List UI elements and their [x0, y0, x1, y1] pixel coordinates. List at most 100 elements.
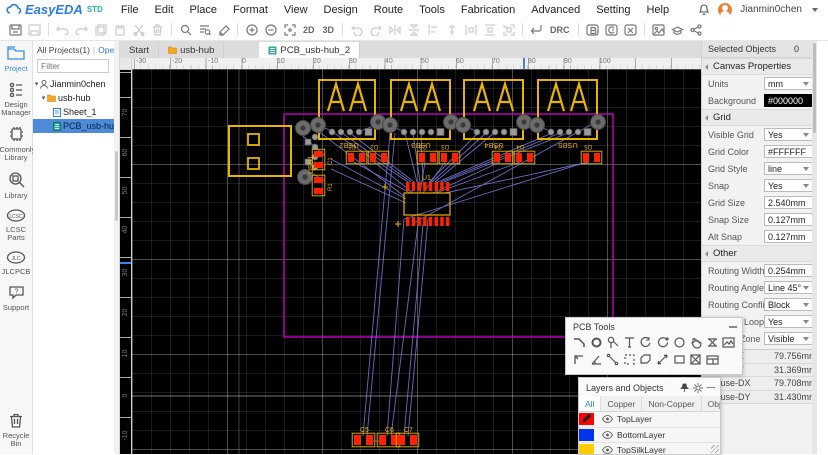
- background-color-field[interactable]: #000000: [764, 94, 813, 107]
- units-select[interactable]: mm: [764, 77, 813, 90]
- drag-tool[interactable]: [688, 335, 703, 350]
- sidebar-item-jlcpcb[interactable]: JLC JLCPCB: [0, 251, 33, 276]
- panelize-tool[interactable]: [705, 352, 720, 367]
- canvas-origin-tool[interactable]: [705, 335, 720, 350]
- corner-tool[interactable]: [572, 352, 587, 367]
- flip-vertical-button[interactable]: [405, 22, 422, 38]
- view-2d-button[interactable]: 2D: [300, 22, 318, 38]
- align-left-button[interactable]: [424, 22, 441, 38]
- user-avatar[interactable]: [718, 3, 732, 17]
- fit-view-button[interactable]: [281, 22, 298, 38]
- layer-row-topsilk[interactable]: TopSilkLayer: [579, 443, 720, 455]
- tree-node-project[interactable]: ▾ usb-hub: [33, 91, 119, 105]
- usb5-connector[interactable]: USB5 D5: [530, 80, 606, 164]
- menu-edit[interactable]: Edit: [147, 4, 182, 16]
- save-button[interactable]: [7, 22, 24, 38]
- alt-snap-field[interactable]: 0.127mm: [764, 230, 813, 243]
- sidebar-item-lcsc-parts[interactable]: LCSC LCSC Parts: [0, 209, 33, 242]
- image-tool[interactable]: [721, 335, 736, 350]
- view-3d-button[interactable]: 3D: [320, 22, 338, 38]
- all-projects-link[interactable]: All Projects(1): [37, 45, 90, 55]
- visible-grid-select[interactable]: Yes: [764, 128, 813, 141]
- panel-resize-handle[interactable]: [711, 445, 719, 453]
- menu-advanced[interactable]: Advanced: [523, 4, 588, 16]
- save-as-button[interactable]: [26, 22, 43, 38]
- find-similar-button[interactable]: [196, 22, 213, 38]
- ellipse-tool[interactable]: [672, 335, 687, 350]
- gear-icon[interactable]: [693, 383, 703, 393]
- theme-button[interactable]: [215, 22, 232, 38]
- angle-tool[interactable]: [589, 352, 604, 367]
- section-other[interactable]: Other: [702, 245, 817, 262]
- minimize-icon[interactable]: [729, 326, 737, 328]
- section-canvas-properties[interactable]: Canvas Properties: [702, 58, 817, 75]
- tab-start[interactable]: Start: [120, 42, 159, 58]
- dimension-tool[interactable]: [655, 352, 670, 367]
- menu-setting[interactable]: Setting: [588, 4, 638, 16]
- copper-zone-select[interactable]: Visible: [764, 332, 813, 345]
- arc-tool[interactable]: [638, 335, 653, 350]
- tree-node-pcb[interactable]: PCB_usb-hub_2: [33, 119, 119, 133]
- zoom-out-button[interactable]: [262, 22, 279, 38]
- layer-color-swatch[interactable]: [579, 413, 594, 425]
- bottom-capacitors[interactable]: C5 C6 C7: [352, 427, 419, 447]
- routing-angle-select[interactable]: Line 45°: [764, 281, 813, 294]
- sidebar-item-project[interactable]: Project: [0, 46, 33, 73]
- menu-place[interactable]: Place: [182, 4, 226, 16]
- menu-fabrication[interactable]: Fabrication: [453, 4, 523, 16]
- search-button[interactable]: [177, 22, 194, 38]
- align-center-button[interactable]: [443, 22, 460, 38]
- menu-format[interactable]: Format: [225, 4, 276, 16]
- sidebar-item-support[interactable]: ? Support: [0, 285, 33, 312]
- layers-tab-noncopper[interactable]: Non-Copper: [642, 396, 701, 411]
- project-filter-input[interactable]: [37, 59, 109, 73]
- menu-route[interactable]: Route: [366, 4, 411, 16]
- layer-row-bottom[interactable]: BottomLayer: [579, 428, 720, 444]
- via-tool[interactable]: [605, 335, 620, 350]
- distribute-vertical-button[interactable]: [481, 22, 498, 38]
- menu-view[interactable]: View: [276, 4, 316, 16]
- pin-icon[interactable]: [680, 383, 689, 393]
- rotate-left-button[interactable]: [348, 22, 365, 38]
- grid-color-field[interactable]: #FFFFFF: [764, 145, 813, 158]
- arc-center-tool[interactable]: [655, 335, 670, 350]
- username[interactable]: Jianmin0chen: [740, 4, 802, 15]
- connect-pad-tool[interactable]: [688, 352, 703, 367]
- sidebar-item-library[interactable]: Library: [0, 171, 33, 200]
- sidebar-item-commonly-library[interactable]: Commonly Library: [0, 126, 33, 162]
- sidebar-item-recycle-bin[interactable]: Recycle Bin: [0, 413, 33, 448]
- notification-bell-icon[interactable]: [698, 3, 710, 16]
- snap-size-field[interactable]: 0.127mm: [764, 213, 813, 226]
- undo-button[interactable]: [54, 22, 71, 38]
- export-button[interactable]: [622, 22, 639, 38]
- project-scrollbar[interactable]: [114, 41, 119, 454]
- distribute-horizontal-button[interactable]: [462, 22, 479, 38]
- layer-visibility-toggle[interactable]: [602, 431, 613, 439]
- text-tool[interactable]: [622, 335, 637, 350]
- menu-design[interactable]: Design: [316, 4, 366, 16]
- copy-button[interactable]: [92, 22, 109, 38]
- cut-button[interactable]: [130, 22, 147, 38]
- layer-visibility-toggle[interactable]: [602, 415, 613, 423]
- layers-tab-object[interactable]: Object: [702, 396, 721, 411]
- track-tool[interactable]: [572, 335, 587, 350]
- snapshot-button[interactable]: [650, 22, 667, 38]
- layer-visibility-toggle[interactable]: [602, 446, 613, 454]
- sidebar-item-design-manager[interactable]: Design Manager: [0, 82, 33, 117]
- usb3-connector[interactable]: USB3 C3 D3: [383, 80, 460, 164]
- group-button[interactable]: [500, 22, 517, 38]
- bom-button[interactable]: [584, 22, 601, 38]
- preview-3d-button[interactable]: [669, 22, 686, 38]
- layers-tab-copper[interactable]: Copper: [601, 396, 642, 411]
- menu-file[interactable]: File: [113, 4, 147, 16]
- tab-schematic[interactable]: usb-hub: [159, 42, 224, 58]
- remove-loop-select[interactable]: Yes: [764, 315, 813, 328]
- grid-style-select[interactable]: line: [764, 162, 813, 175]
- snap-select[interactable]: Yes: [764, 179, 813, 192]
- gerber-button[interactable]: [603, 22, 620, 38]
- zoom-in-button[interactable]: [243, 22, 260, 38]
- usb4-connector[interactable]: USB4 C4 D4: [456, 80, 535, 164]
- flip-horizontal-button[interactable]: [386, 22, 403, 38]
- measure-tool[interactable]: [605, 352, 620, 367]
- polygon-tool[interactable]: [638, 352, 653, 367]
